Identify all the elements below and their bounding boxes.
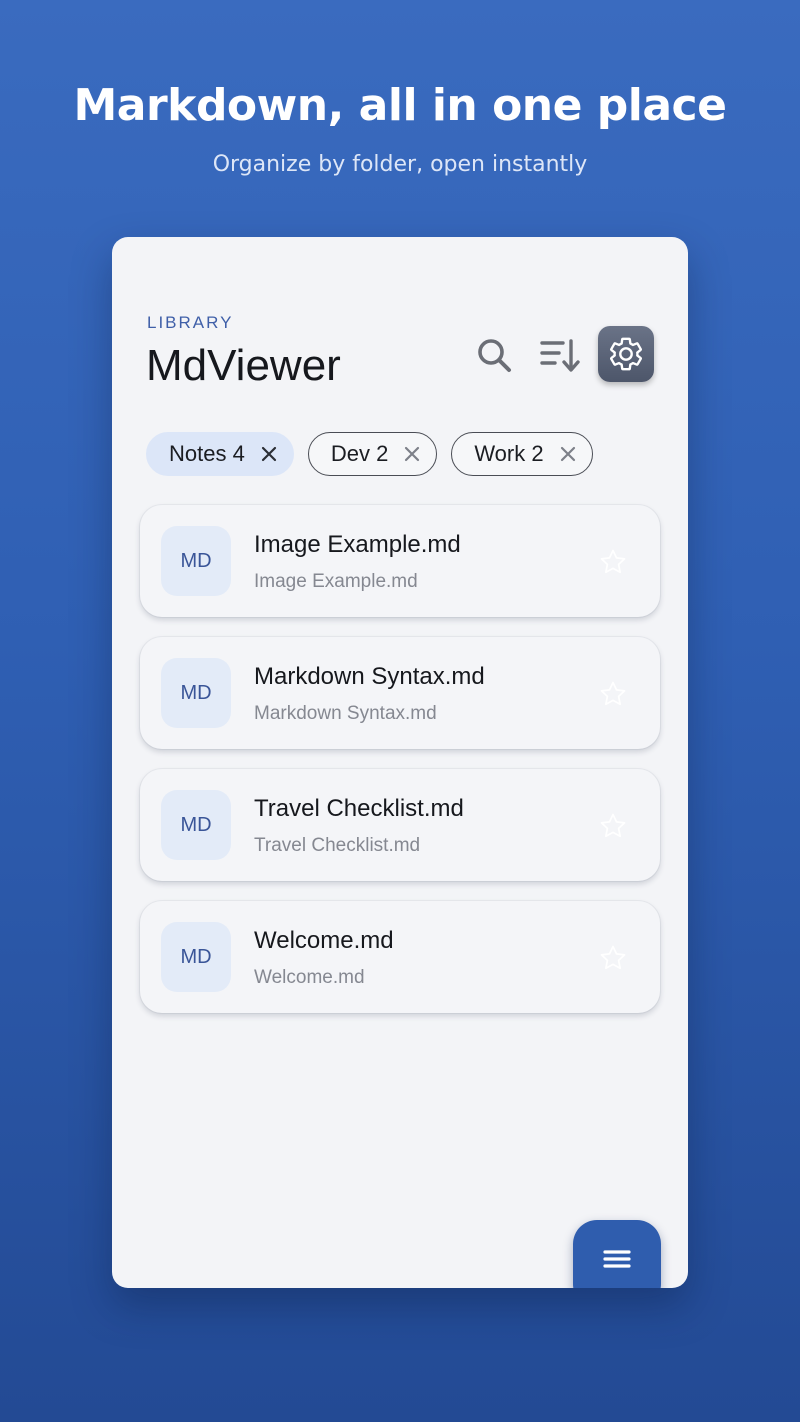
file-subtitle: Travel Checklist.md <box>254 835 421 856</box>
file-subtitle: Welcome.md <box>254 967 365 988</box>
gear-icon <box>610 337 642 371</box>
hero-subtitle: Organize by folder, open instantly <box>212 152 588 177</box>
chip-label: Dev 2 <box>330 441 389 466</box>
chip-label: Work 2 <box>474 441 544 466</box>
chip-label: Notes 4 <box>169 441 245 466</box>
file-subtitle: Image Example.md <box>254 571 418 592</box>
sort-button[interactable] <box>532 327 588 383</box>
menu-icon <box>603 1250 631 1268</box>
star-icon[interactable] <box>598 943 628 973</box>
file-title: Image Example.md <box>254 531 461 558</box>
file-subtitle: Markdown Syntax.md <box>254 703 437 724</box>
file-list: MD Image Example.md Image Example.md MD … <box>140 505 660 1033</box>
file-type-badge: MD <box>161 526 231 596</box>
file-card[interactable]: MD Image Example.md Image Example.md <box>140 505 660 617</box>
menu-fab[interactable] <box>573 1220 661 1288</box>
star-icon[interactable] <box>598 679 628 709</box>
folder-filter-chips: Notes 4 Dev 2 Work 2 <box>146 432 593 476</box>
file-title: Welcome.md <box>254 927 394 954</box>
file-type-badge: MD <box>161 790 231 860</box>
file-type-badge: MD <box>161 922 231 992</box>
filter-chip-dev[interactable]: Dev 2 <box>307 432 438 476</box>
close-icon[interactable] <box>402 444 422 464</box>
close-icon[interactable] <box>558 444 578 464</box>
search-icon <box>478 339 511 372</box>
file-type-badge: MD <box>161 658 231 728</box>
file-title: Markdown Syntax.md <box>254 663 485 690</box>
filter-chip-notes[interactable]: Notes 4 <box>146 432 294 476</box>
file-card[interactable]: MD Travel Checklist.md Travel Checklist.… <box>140 769 660 881</box>
close-icon[interactable] <box>259 444 279 464</box>
app-title: MdViewer <box>146 341 341 390</box>
settings-button[interactable] <box>598 326 654 382</box>
filter-chip-work[interactable]: Work 2 <box>451 432 593 476</box>
app-screen: LIBRARY MdViewer Notes 4 Dev 2 Work 2 MD… <box>112 237 688 1288</box>
sort-icon <box>540 339 580 372</box>
star-icon[interactable] <box>598 811 628 841</box>
file-title: Travel Checklist.md <box>254 795 464 822</box>
file-card[interactable]: MD Markdown Syntax.md Markdown Syntax.md <box>140 637 660 749</box>
search-button[interactable] <box>466 327 522 383</box>
star-icon[interactable] <box>598 547 628 577</box>
file-card[interactable]: MD Welcome.md Welcome.md <box>140 901 660 1013</box>
section-eyebrow: LIBRARY <box>147 313 234 332</box>
hero-title: Markdown, all in one place <box>73 80 727 131</box>
